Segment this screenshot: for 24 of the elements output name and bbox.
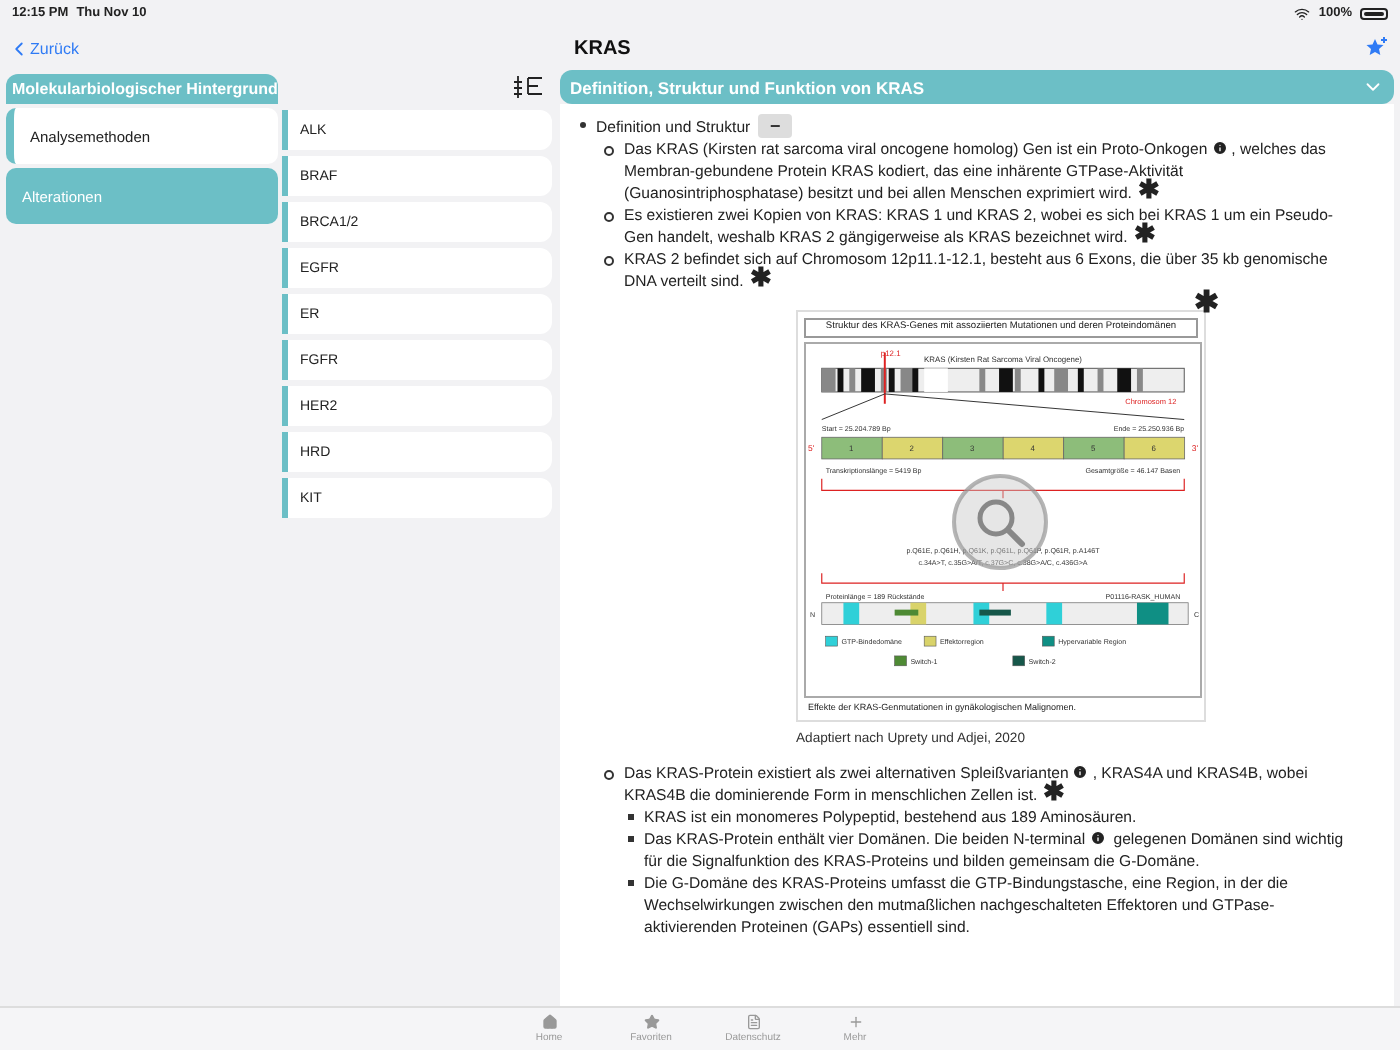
sort-icon[interactable] bbox=[512, 74, 544, 100]
bullet-icon bbox=[580, 122, 586, 128]
info-icon[interactable] bbox=[1211, 140, 1228, 156]
bullet-icon bbox=[628, 814, 634, 820]
battery-icon bbox=[1360, 7, 1388, 19]
bullet-icon bbox=[604, 146, 614, 156]
sidebar-header: Molekularbiologischer Hintergrund bbox=[6, 74, 278, 104]
bullet-icon bbox=[628, 880, 634, 886]
back-link[interactable]: Zurück bbox=[0, 37, 574, 59]
collapse-button[interactable]: − bbox=[758, 114, 793, 138]
bullet-icon bbox=[604, 770, 614, 780]
info-icon[interactable] bbox=[1089, 830, 1106, 846]
info-icon[interactable] bbox=[1072, 764, 1089, 780]
asterisk-mark: ✱ bbox=[1194, 292, 1220, 316]
bullet-icon bbox=[628, 836, 634, 842]
page-title: KRAS bbox=[574, 37, 633, 59]
bullet-icon bbox=[604, 256, 614, 266]
document-icon bbox=[745, 1014, 761, 1030]
star-plus-icon[interactable] bbox=[1364, 36, 1388, 60]
plus-icon bbox=[847, 1014, 863, 1030]
bullet-icon bbox=[604, 212, 614, 222]
wifi-icon bbox=[1294, 5, 1311, 21]
home-icon bbox=[541, 1014, 557, 1030]
star-icon bbox=[643, 1014, 659, 1030]
